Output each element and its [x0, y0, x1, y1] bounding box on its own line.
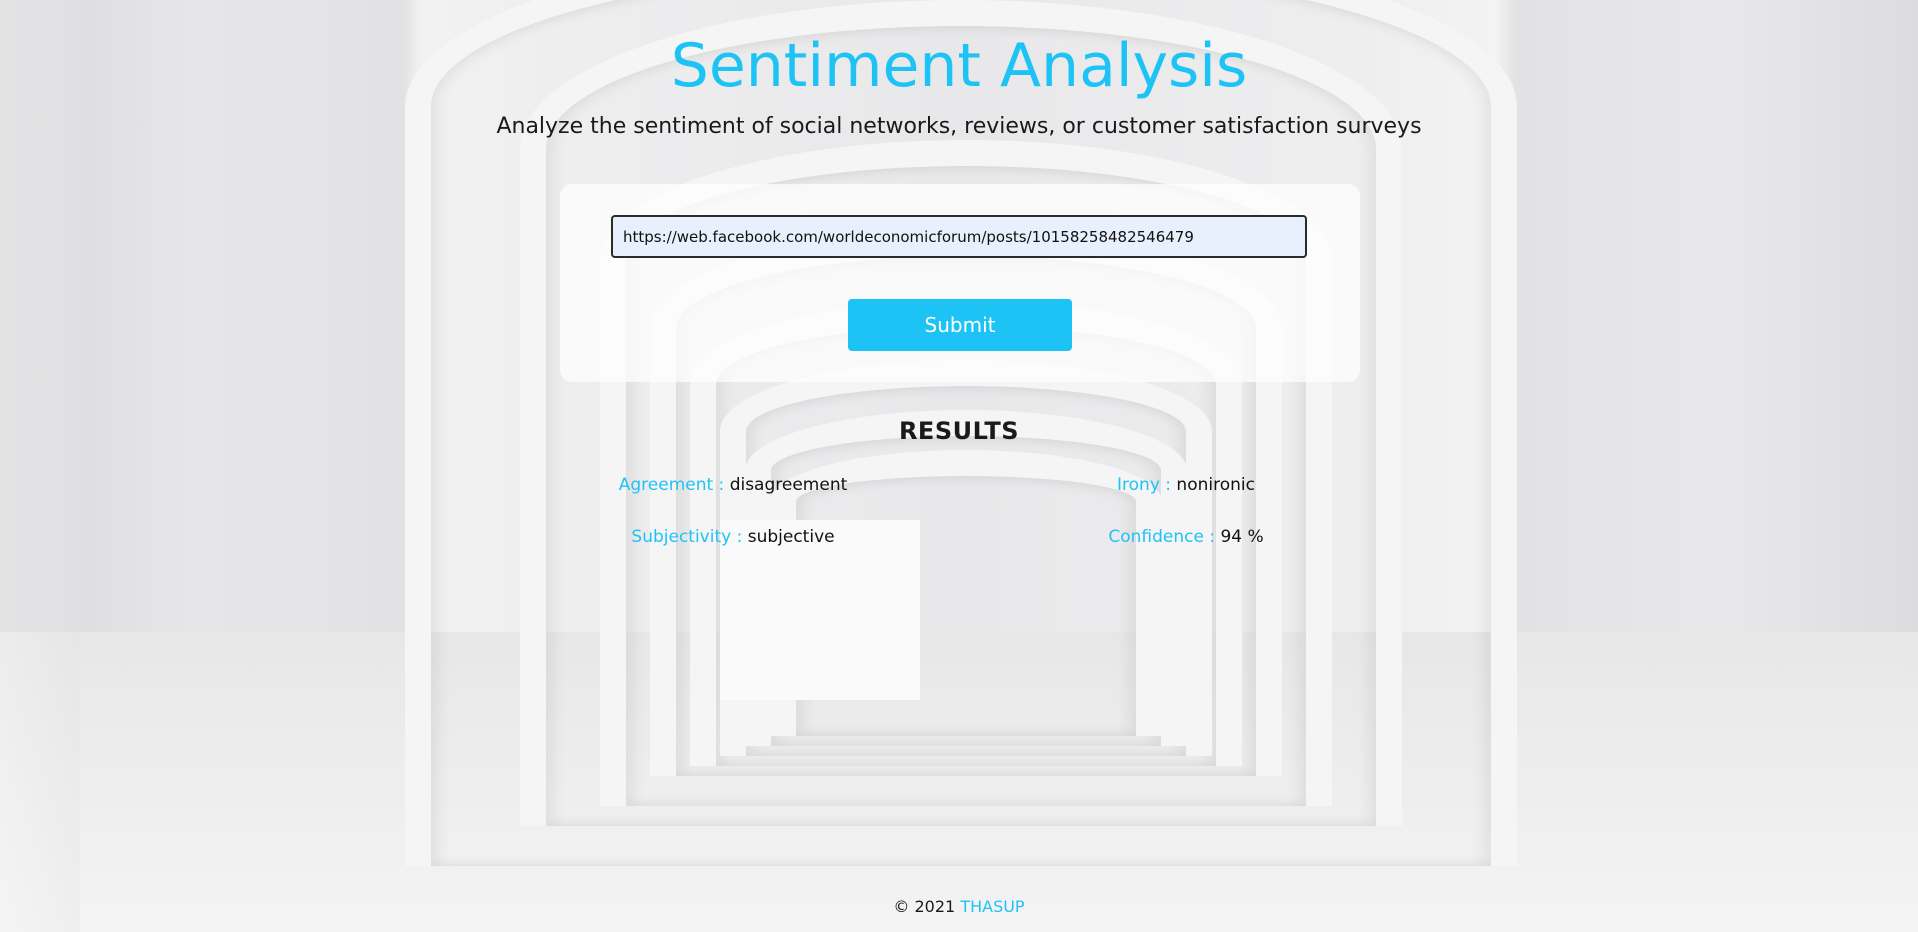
result-agreement: Agreement : disagreement — [533, 473, 933, 497]
footer: © 2021 THASUP — [0, 896, 1918, 918]
result-value: subjective — [747, 527, 835, 547]
results-heading: RESULTS — [898, 417, 1020, 445]
result-label: Agreement : — [618, 475, 725, 495]
result-label: Subjectivity : — [631, 527, 743, 547]
result-value: nonironic — [1176, 475, 1255, 495]
result-label: Confidence : — [1108, 527, 1216, 547]
result-confidence: Confidence : 94 % — [986, 525, 1386, 549]
result-label: Irony : — [1117, 475, 1172, 495]
result-irony: Irony : nonironic — [986, 473, 1386, 497]
result-value: 94 % — [1220, 527, 1264, 547]
result-value: disagreement — [729, 475, 848, 495]
url-form: Submit — [560, 184, 1360, 382]
footer-copyright: © 2021 — [893, 897, 956, 916]
url-input[interactable] — [611, 215, 1307, 258]
page-title: Sentiment Analysis — [670, 31, 1248, 101]
submit-button[interactable]: Submit — [848, 299, 1072, 351]
footer-brand-link[interactable]: THASUP — [960, 897, 1024, 916]
page-subtitle: Analyze the sentiment of social networks… — [496, 114, 1422, 139]
result-subjectivity: Subjectivity : subjective — [533, 525, 933, 549]
